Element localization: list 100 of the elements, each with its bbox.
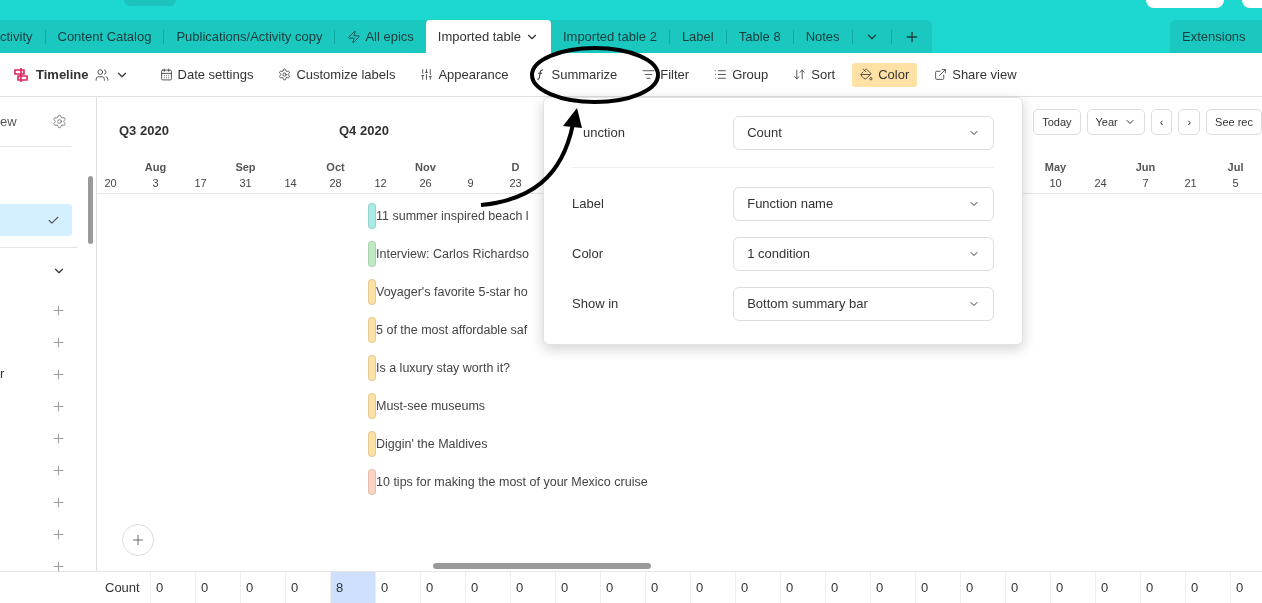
item-title[interactable]: Interview: Carlos Richardso	[376, 244, 529, 264]
tab[interactable]: Notes	[793, 20, 852, 53]
dropdown-button[interactable]: Year	[1086, 109, 1145, 135]
item-bar[interactable]	[368, 431, 376, 457]
item-bar[interactable]	[368, 469, 376, 495]
summary-cell: 0	[1096, 572, 1141, 603]
gear-icon	[278, 68, 292, 81]
summary-cell: 0	[511, 572, 556, 603]
summary-cell: 0	[1231, 572, 1262, 603]
day-label: 5	[1232, 176, 1239, 191]
add-icon[interactable]	[51, 462, 66, 478]
month-label: D	[511, 160, 520, 175]
item-title[interactable]: Is a luxury stay worth it?	[376, 358, 511, 378]
tab[interactable]: Label	[669, 20, 726, 53]
setting-label: Color	[572, 245, 605, 264]
add-icon[interactable]	[51, 494, 66, 510]
day-label: 24	[1094, 176, 1107, 191]
add-icon[interactable]	[51, 558, 66, 574]
toolbar-button[interactable]: Date settings	[151, 62, 262, 87]
tab[interactable]: Imported table	[425, 20, 551, 53]
day-label: 17	[194, 176, 207, 191]
day-label: 31	[239, 176, 252, 191]
month-label: May	[1044, 160, 1067, 175]
external-link-icon	[934, 68, 948, 81]
day-label: 26	[419, 176, 432, 191]
sidebar-item[interactable]	[0, 204, 72, 236]
sliders-icon	[420, 68, 434, 81]
add-icon	[130, 532, 146, 548]
select-field[interactable]: Count	[733, 116, 994, 150]
control-button[interactable]: Today	[1033, 109, 1081, 135]
day-label: 23	[509, 176, 522, 191]
select-field[interactable]: Bottom summary bar	[733, 287, 994, 321]
tab[interactable]: Content Catalog	[45, 20, 164, 53]
item-bar[interactable]	[368, 203, 376, 229]
tab[interactable]: Imported table 2	[550, 20, 669, 53]
summary-cell: 0	[1141, 572, 1186, 603]
summary-cell: 0	[196, 572, 241, 603]
item-title[interactable]: 11 summer inspired beach l	[376, 206, 529, 226]
toolbar-button[interactable]: Customize labels	[270, 62, 404, 87]
day-label: 28	[329, 176, 342, 191]
summary-cell: 8	[331, 572, 376, 603]
month-label: Oct	[326, 160, 345, 175]
summary-cell: 0	[646, 572, 691, 603]
item-title[interactable]: Diggin' the Maldives	[376, 434, 488, 454]
summary-cell: 0	[961, 572, 1006, 603]
toolbar-button[interactable]: Group	[706, 62, 777, 87]
vertical-scrollbar[interactable]	[88, 176, 93, 244]
control-button[interactable]: ›	[1178, 109, 1201, 135]
summary-cell: 0	[376, 572, 421, 603]
add-icon[interactable]	[51, 302, 66, 318]
tab[interactable]: Publications/Activity copy	[164, 20, 335, 53]
select-field[interactable]: Function name	[733, 187, 994, 221]
people-icon	[94, 67, 109, 82]
settings-icon[interactable]	[52, 114, 67, 129]
extensions-button[interactable]: Extensions	[1170, 20, 1262, 53]
select-field[interactable]: 1 condition	[733, 237, 994, 271]
item-title[interactable]: 10 tips for making the most of your Mexico cruise	[376, 472, 648, 492]
summary-cell: 0	[556, 572, 601, 603]
control-button[interactable]: See rec	[1206, 109, 1262, 135]
summary-cell: 0	[466, 572, 511, 603]
toolbar-button[interactable]: Filter	[634, 62, 698, 87]
item-bar[interactable]	[368, 317, 376, 343]
item-title[interactable]: Voyager's favorite 5-star ho	[376, 282, 528, 302]
month-label: Aug	[144, 160, 167, 175]
add-icon[interactable]	[51, 430, 66, 446]
tab[interactable]: ctivity	[0, 20, 45, 53]
view-name[interactable]: Timeline	[36, 64, 89, 85]
tab[interactable]: Table 8	[726, 20, 793, 53]
toolbar-button[interactable]: Appearance	[412, 62, 517, 87]
item-bar[interactable]	[368, 355, 376, 381]
tab[interactable]: All epics	[335, 20, 426, 53]
summary-cell: 0	[781, 572, 826, 603]
calendar-icon	[159, 68, 173, 81]
timeline-icon	[12, 65, 30, 84]
toolbar-button[interactable]: Summarize	[525, 62, 626, 87]
item-title[interactable]: 5 of the most affordable saf	[376, 320, 528, 340]
horizontal-scrollbar[interactable]	[433, 563, 651, 569]
add-icon[interactable]	[51, 398, 66, 414]
add-icon[interactable]	[51, 366, 66, 382]
day-label: 10	[1049, 176, 1062, 191]
day-label: 7	[1142, 176, 1149, 191]
month-label: Sep	[235, 160, 256, 175]
toolbar-button[interactable]: Sort	[785, 62, 844, 87]
add-icon[interactable]	[51, 334, 66, 350]
lightning-icon	[347, 29, 362, 44]
item-bar[interactable]	[368, 279, 376, 305]
add-icon[interactable]	[51, 526, 66, 542]
day-label: 21	[1184, 176, 1197, 191]
summary-cell: 0	[691, 572, 736, 603]
toolbar-button[interactable]: Share view	[926, 62, 1025, 87]
item-bar[interactable]	[368, 393, 376, 419]
quarter-label: Q4 2020	[339, 123, 389, 138]
month-label: Jul	[1227, 160, 1244, 175]
sidebar-title: ew	[0, 112, 17, 131]
item-bar[interactable]	[368, 241, 376, 267]
filter-icon	[642, 68, 656, 81]
item-title[interactable]: Must-see museums	[376, 396, 486, 416]
toolbar-button[interactable]: Color	[852, 62, 918, 87]
pill-button[interactable]	[1146, 0, 1224, 8]
control-button[interactable]: ‹	[1150, 109, 1173, 135]
